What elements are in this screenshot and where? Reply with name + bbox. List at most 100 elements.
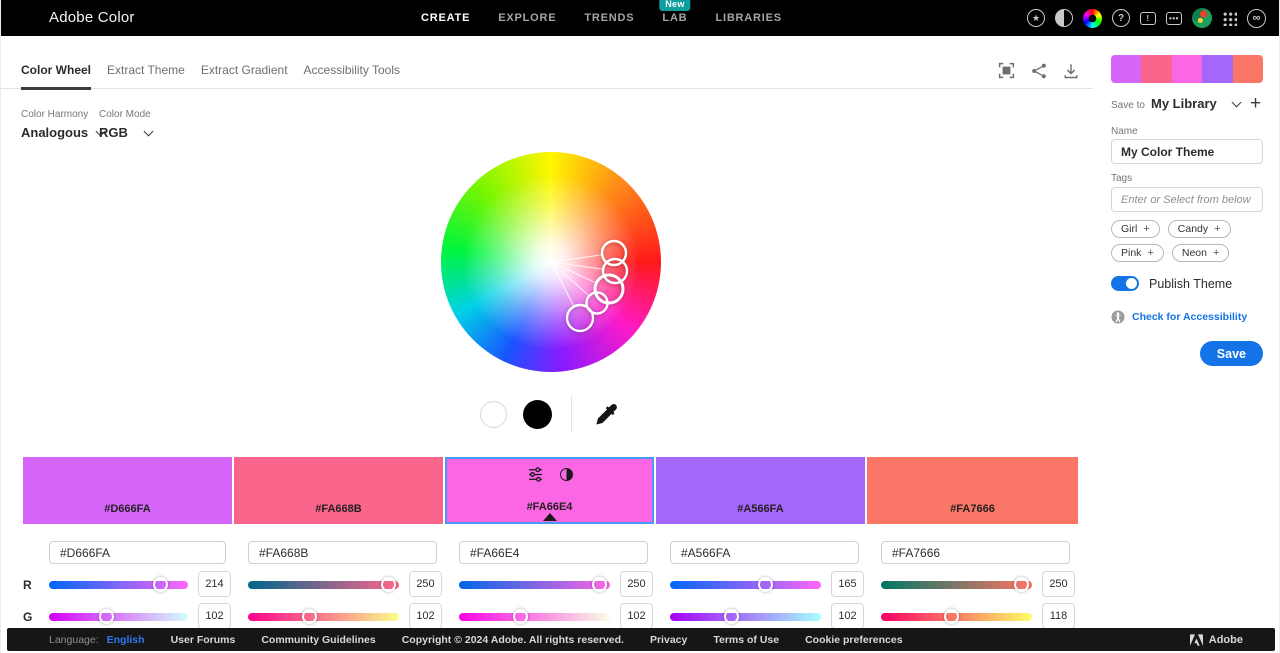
sliders-icon[interactable] (527, 466, 544, 483)
green-slider-handle[interactable] (513, 609, 529, 624)
avatar[interactable] (1192, 8, 1212, 28)
red-slider-track[interactable] (248, 581, 399, 589)
white-shade-button[interactable] (480, 401, 507, 428)
black-shade-button[interactable] (523, 400, 552, 429)
publish-row: Publish Theme (1111, 276, 1232, 291)
red-value-box[interactable]: 214 (198, 571, 231, 597)
red-slider-handle[interactable] (1014, 577, 1030, 592)
hex-input[interactable] (49, 541, 226, 564)
share-icon[interactable] (1030, 62, 1048, 80)
green-slider-track[interactable] (459, 613, 610, 621)
tag-chip-girl[interactable]: Girl + (1111, 220, 1160, 238)
nav-item-libraries[interactable]: LIBRARIES (715, 12, 781, 24)
library-dropdown[interactable]: My Library (1151, 96, 1242, 111)
tab-extract-theme[interactable]: Extract Theme (107, 63, 185, 90)
footer-link[interactable]: User Forums (171, 634, 236, 646)
color-swatch[interactable]: #A566FA (656, 457, 865, 524)
accessibility-link[interactable]: Check for Accessibility (1132, 311, 1247, 323)
publish-label: Publish Theme (1149, 276, 1233, 291)
green-slider-handle[interactable] (724, 609, 740, 624)
footer-link[interactable]: Cookie preferences (805, 634, 902, 646)
theme-strip-color (1141, 55, 1172, 83)
eyedropper-icon[interactable] (593, 401, 620, 428)
color-wheel[interactable] (441, 152, 661, 372)
footer-link[interactable]: Terms of Use (713, 634, 779, 646)
star-circle-icon[interactable]: ★ (1027, 9, 1045, 27)
theme-strip-color (1171, 55, 1203, 83)
library-value: My Library (1151, 96, 1217, 111)
color-swatch[interactable]: #FA7666 (867, 457, 1078, 524)
hex-input[interactable] (670, 541, 859, 564)
color-swatch[interactable]: #FA668B (234, 457, 443, 524)
hex-input[interactable] (248, 541, 437, 564)
green-slider-track[interactable] (670, 613, 821, 621)
download-icon[interactable] (1062, 62, 1080, 80)
theme-name-input[interactable] (1111, 139, 1263, 164)
add-library-button[interactable]: + (1250, 93, 1261, 115)
color-harmony-label: Color Harmony (21, 109, 89, 120)
nav-item-explore[interactable]: EXPLORE (498, 12, 556, 24)
chat-icon[interactable]: ••• (1166, 11, 1182, 25)
accessibility-row[interactable]: Check for Accessibility (1111, 310, 1247, 324)
footer-links: User Forums Community Guidelines Copyright… (171, 634, 903, 646)
color-mode-dropdown[interactable]: RGB (99, 125, 154, 140)
save-sidebar: Save to My Library + Name Tags Girl+ Cand… (1111, 0, 1263, 600)
green-value-box[interactable]: 102 (620, 603, 653, 629)
tag-chip-candy[interactable]: Candy + (1167, 220, 1231, 238)
red-value-box[interactable]: 165 (831, 571, 864, 597)
red-slider-track[interactable] (459, 581, 610, 589)
chevron-down-icon (143, 126, 154, 136)
green-slider-track[interactable] (49, 613, 188, 621)
green-value-box[interactable]: 102 (198, 603, 231, 629)
nav-item-lab[interactable]: LAB New (659, 0, 691, 24)
green-slider-track[interactable] (248, 613, 399, 621)
red-value-box[interactable]: 250 (409, 571, 442, 597)
nav-item-create[interactable]: CREATE (421, 12, 470, 24)
tag-chip-neon[interactable]: Neon + (1171, 244, 1230, 262)
color-harmony-value: Analogous (21, 125, 89, 140)
nav-item-trends[interactable]: TRENDS (584, 12, 634, 24)
app-title[interactable]: Adobe Color (49, 9, 135, 26)
footer-link[interactable]: Privacy (650, 634, 687, 646)
red-slider-track[interactable] (881, 581, 1032, 589)
footer-link[interactable]: Community Guidelines (261, 634, 375, 646)
chevron-down-icon (1231, 97, 1242, 107)
green-slider-handle[interactable] (943, 609, 959, 624)
green-value-box[interactable]: 102 (409, 603, 442, 629)
red-slider-handle[interactable] (153, 577, 169, 592)
hex-input[interactable] (881, 541, 1070, 564)
footer: Language: English User Forums Community G… (7, 628, 1275, 651)
color-swatch[interactable]: #D666FA (23, 457, 232, 524)
help-icon[interactable]: ? (1112, 9, 1130, 27)
tag-chip-pink[interactable]: Pink + (1111, 244, 1164, 262)
language-value[interactable]: English (107, 634, 145, 646)
tab-color-wheel[interactable]: Color Wheel (21, 63, 92, 90)
red-slider-track[interactable] (670, 581, 821, 589)
tab-extract-gradient[interactable]: Extract Gradient (201, 63, 288, 90)
tags-input[interactable] (1111, 187, 1263, 212)
hex-input[interactable] (459, 541, 648, 564)
creative-cloud-icon[interactable]: ∞ (1247, 8, 1266, 28)
red-slider-handle[interactable] (592, 577, 608, 592)
color-harmony-dropdown[interactable]: Analogous (21, 125, 106, 140)
new-badge: New (659, 0, 691, 11)
red-slider-handle[interactable] (381, 577, 397, 592)
save-button[interactable]: Save (1199, 341, 1263, 366)
red-slider-handle[interactable] (758, 577, 773, 592)
contrast-icon[interactable] (559, 468, 573, 481)
fullscreen-icon[interactable] (997, 61, 1016, 80)
green-slider-handle[interactable] (302, 609, 318, 624)
publish-toggle[interactable] (1111, 276, 1139, 291)
green-slider-handle[interactable] (98, 609, 114, 624)
green-value-box[interactable]: 102 (831, 603, 864, 629)
feedback-icon[interactable]: ! (1140, 11, 1156, 25)
theme-strip-color (1202, 55, 1233, 83)
red-value-box[interactable]: 250 (620, 571, 653, 597)
green-value-box[interactable]: 118 (1042, 603, 1075, 629)
tab-accessibility-tools[interactable]: Accessibility Tools (304, 63, 400, 90)
apps-grid-icon[interactable] (1222, 10, 1237, 26)
color-swatch[interactable]: #FA66E4 (445, 457, 654, 524)
contrast-icon[interactable] (1055, 9, 1073, 27)
red-value-box[interactable]: 250 (1042, 571, 1075, 597)
color-wheel-icon[interactable] (1083, 8, 1102, 28)
